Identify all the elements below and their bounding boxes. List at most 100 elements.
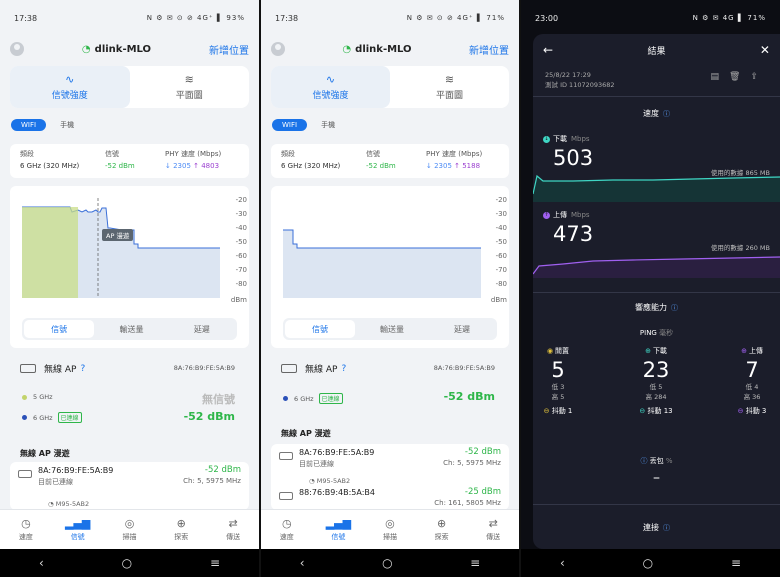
roam-tag: AP 漫遊 [102,229,134,241]
ap-card: 無線 AP? 8A:76:B9:FE:5A:B9 6 GHz 已連線 -52 dB… [271,356,509,430]
y-tick: -20 [235,196,247,204]
trash-icon[interactable]: 🗑 [729,72,750,82]
tab-signal[interactable]: 信號 [24,320,95,338]
upload-icon: ⊕ [741,347,747,355]
ping-upload-low: 低 4 [745,383,759,391]
wifi-toggle[interactable]: WIFI [272,119,308,131]
y-tick: -60 [235,252,247,260]
no-signal: 無信號 [202,393,235,406]
signal-col: 信號 -52 dBm [366,149,396,170]
nav-scan[interactable]: ◎ 掃描 [364,510,416,549]
tab-latency[interactable]: 延遲 [167,318,237,340]
share-icon[interactable]: ⇪ [750,72,768,82]
nav-label: 速度 [279,533,294,541]
band6-dot [283,396,288,401]
phone-toggle[interactable]: 手機 [321,120,335,130]
ping-idle: ◉ 閒置 5 低 3 高 5 ⊖ 抖動 1 [523,346,593,416]
back-icon[interactable]: ‹ [300,556,305,570]
nav-transfer[interactable]: ⇄ 傳送 [467,510,519,549]
download-graph [533,174,780,202]
ping-idle-low: 低 3 [551,383,565,391]
home-icon[interactable]: ○ [643,556,653,570]
phy-down: ↓ 2305 [426,162,452,170]
help-icon[interactable]: ? [341,364,346,374]
wave-icon: ∿ [65,73,75,86]
roam-item[interactable]: 8A:76:B9:FE:5A:B9 目前已連線 -52 dBm Ch: 5, 5… [10,462,249,498]
document-icon[interactable]: ▤ [711,72,730,82]
nav-speed[interactable]: ◷ 速度 [0,510,52,549]
nav-speed[interactable]: ◷ 速度 [261,510,313,549]
jitter-icon: ⊖ [737,407,746,415]
status-bar: 23:00 N ⚙ ✉ 4G ▌ 71% [521,0,780,36]
nav-label: 信號 [70,533,85,541]
tab-latency[interactable]: 延遲 [427,318,497,340]
info-icon[interactable]: ⓘ [663,110,670,118]
y-axis: -20 -30 -40 -50 -60 -70 -80 dBm [223,196,247,308]
tab-signal[interactable]: 信號 [285,320,355,338]
close-icon[interactable]: ✕ [760,43,770,57]
tab-throughput[interactable]: 輸送量 [96,318,166,340]
band6-label: 6 GHz [33,413,53,422]
recents-icon[interactable]: ≡ [731,556,741,570]
nav-signal[interactable]: ▂▄▆ 信號 [52,510,104,549]
resp-title: 響應能力 [635,303,667,312]
wifi-toggle[interactable]: WIFI [11,119,47,131]
y-tick: -60 [495,252,507,260]
home-icon[interactable]: ○ [382,556,392,570]
transfer-icon: ⇄ [488,517,498,530]
ping-idle-high: 高 5 [551,393,565,401]
recents-icon[interactable]: ≡ [470,556,480,570]
back-icon[interactable]: ‹ [560,556,565,570]
divider [533,96,780,97]
tab-signal-strength[interactable]: ∿ 信號強度 [10,66,130,108]
ping-upload: ⊕ 上傳 7 低 4 高 36 ⊖ 抖動 3 [717,346,780,416]
info-icon[interactable]: ⓘ [663,524,670,532]
nav-explore[interactable]: ⊕ 探索 [416,510,468,549]
recents-icon[interactable]: ≡ [210,556,220,570]
tab-signal-strength[interactable]: ∿ 信號強度 [271,66,390,108]
add-location-button[interactable]: 新增位置 [209,42,249,57]
nav-explore[interactable]: ⊕ 探索 [155,510,207,549]
info-icon[interactable]: ⓘ [671,304,678,312]
tab-throughput[interactable]: 輸送量 [357,318,427,340]
router-icon [279,452,293,460]
phy-label: PHY 速度 (Mbps) [165,150,222,158]
ping-download-jitter: ⊖ 抖動 13 [621,406,691,416]
avatar[interactable] [271,42,285,56]
tab-floor-plan[interactable]: ≋ 平面圖 [390,66,509,108]
tab-floor-plan[interactable]: ≋ 平面圖 [130,66,250,108]
phone-toggle[interactable]: 手機 [60,120,74,130]
roam-title: 無線 AP 漫遊 [281,429,331,438]
header: ◔ dlink-MLO 新增位置 [0,38,259,60]
back-arrow-icon[interactable]: ← [543,43,553,57]
router-icon [281,364,297,373]
download-value: 503 [553,146,594,170]
avatar[interactable] [10,42,24,56]
band-label: 頻段 [281,150,295,158]
sub-device: ◔ M95-5AB2 [48,500,89,508]
home-icon[interactable]: ○ [122,556,132,570]
nav-scan[interactable]: ◎ 掃描 [104,510,156,549]
nav-signal[interactable]: ▂▄▆ 信號 [313,510,365,549]
sub-device-label: M95-5AB2 [316,477,351,485]
radar-icon: ◎ [124,517,135,530]
roam-item[interactable]: 88:76:B9:4B:5A:B4 -25 dBm Ch: 161, 5805 … [271,486,509,510]
roam-title: 無線 AP 漫遊 [20,449,70,458]
roam-item[interactable]: 8A:76:B9:FE:5A:B9 目前已連線 -52 dBm Ch: 5, 5… [271,444,509,476]
ap-card: 無線 AP? 8A:76:B9:FE:5A:B9 5 GHz 無信號 6 GHz… [10,356,249,430]
system-nav: ‹ ○ ≡ [521,549,780,577]
speed-title: 速度 [643,109,659,118]
back-icon[interactable]: ‹ [39,556,44,570]
signal-chart: AP 漫遊 -20 -30 -40 -50 -60 -70 -80 dBm 信號… [10,186,249,348]
nav-label: 信號 [331,533,346,541]
nav-label: 傳送 [486,533,501,541]
screenshot-collage: 17:38 N ⚙ ✉ ⊙ ⊘ 4G⁺ ▌ 93% ◔ dlink-MLO 新增位… [0,0,780,577]
y-unit: dBm [230,296,247,304]
nav-transfer[interactable]: ⇄ 傳送 [207,510,259,549]
router-icon [18,470,32,478]
packet-loss-header: ⓘ 丟包 % [533,456,780,466]
status-icons: N ⚙ ✉ 4G ▌ 71% [692,14,766,22]
help-icon[interactable]: ? [80,364,85,374]
add-location-button[interactable]: 新增位置 [469,42,509,57]
ping-label: PING [639,329,657,337]
